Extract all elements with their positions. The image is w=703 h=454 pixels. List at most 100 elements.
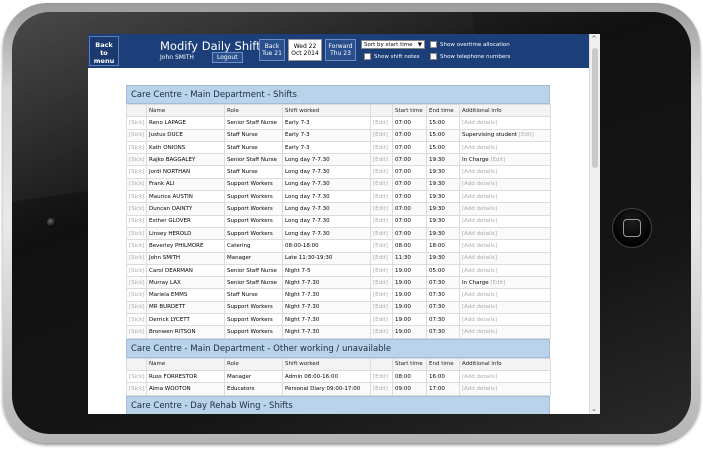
table-row: [Sick] Derrick LYCETT Support Workers Night… [126,313,551,327]
sick-link[interactable]: [Sick] [126,382,147,396]
edit-info-link[interactable]: [Edit] [519,132,534,138]
previous-day-button[interactable]: Back Tue 21 [259,39,285,61]
add-details-link[interactable]: [Add details] [462,304,497,310]
add-details-link[interactable]: [Add details] [462,268,497,274]
add-details-link[interactable]: [Add details] [462,169,497,175]
add-details-link[interactable]: [Add details] [462,386,497,392]
add-details-link[interactable]: [Add details] [462,243,497,249]
shift-worked: Night 7-5 [282,263,371,278]
camera-icon [47,218,56,227]
add-details-link[interactable]: [Add details] [462,218,497,224]
sick-link[interactable]: [Sick] [126,128,147,142]
add-details-link[interactable]: [Add details] [462,145,497,151]
sick-link[interactable]: [Sick] [126,313,147,327]
sick-link[interactable]: [Sick] [126,300,147,315]
edit-shift-link[interactable]: [Edit] [370,214,393,228]
sick-link[interactable]: [Sick] [126,214,147,228]
add-details-link[interactable]: [Add details] [462,329,497,335]
edit-shift-link[interactable]: [Edit] [370,251,393,265]
show-overtime-checkbox[interactable]: Show overtime allocation [430,41,510,48]
edit-shift-link[interactable]: [Edit] [370,313,393,327]
checkbox-label: Show overtime allocation [440,42,510,48]
add-details-link[interactable]: [Add details] [462,231,497,237]
table-row: [Sick] Murray LAX Senior Staff Nurse Night … [126,276,551,290]
section-title: Care Centre - Day Rehab Wing - Shifts [126,395,550,414]
sick-link[interactable]: [Sick] [126,325,147,339]
table-row: [Sick] Justus DUCE Staff Nurse Early 7-3 [Ed… [126,128,551,142]
start-time: 07:00 [392,190,427,204]
staff-role: Support Workers [224,190,283,204]
column-header [126,357,147,371]
edit-shift-link[interactable]: [Edit] [370,140,393,155]
scroll-down-icon[interactable]: ⌄ [591,405,597,413]
sick-link[interactable]: [Sick] [126,202,147,216]
edit-shift-link[interactable]: [Edit] [370,239,393,253]
vertical-scrollbar[interactable]: ^ ⌄ [589,34,600,414]
info-text: In Charge [462,279,489,286]
edit-shift-link[interactable]: [Edit] [370,202,393,216]
sick-link[interactable]: [Sick] [126,190,147,204]
add-details-link[interactable]: [Add details] [462,292,497,298]
start-time: 07:00 [392,226,427,241]
add-details-link[interactable]: [Add details] [462,317,497,323]
edit-shift-link[interactable]: [Edit] [370,369,393,384]
additional-info: [Add details] [459,325,551,339]
next-day-button[interactable]: Forward Thu 23 [325,39,356,61]
column-header: Name [146,103,225,118]
sick-link[interactable]: [Sick] [126,239,147,253]
sick-link[interactable]: [Sick] [126,226,147,241]
edit-shift-link[interactable]: [Edit] [370,116,393,130]
add-details-link[interactable]: [Add details] [462,194,497,200]
edit-shift-link[interactable]: [Edit] [370,263,393,278]
current-date-button[interactable]: Wed 22 Oct 2014 [288,39,322,61]
edit-info-link[interactable]: [Edit] [490,157,505,163]
additional-info: [Add details] [459,288,551,302]
add-details-link[interactable]: [Add details] [462,120,497,126]
checkbox-label: Show shift notes [374,54,420,60]
page-title: Modify Daily Shifts [160,39,267,53]
additional-info: [Add details] [459,140,551,155]
edit-info-link[interactable]: [Edit] [490,280,505,286]
sick-link[interactable]: [Sick] [126,263,147,278]
show-telephone-checkbox[interactable]: Show telephone numbers [430,53,510,60]
edit-shift-link[interactable]: [Edit] [370,153,393,167]
end-time: 15:00 [426,128,460,142]
start-time: 07:00 [392,153,427,167]
edit-shift-link[interactable]: [Edit] [370,165,393,179]
sort-select[interactable]: Sort by start time ▼ [361,40,425,49]
column-header: Start time [392,357,427,371]
sick-link[interactable]: [Sick] [126,276,147,290]
add-details-link[interactable]: [Add details] [462,374,497,380]
sick-link[interactable]: [Sick] [126,116,147,130]
home-button[interactable] [612,208,652,248]
section-title: Care Centre - Main Department - Shifts [126,85,550,104]
sick-link[interactable]: [Sick] [126,140,147,155]
edit-shift-link[interactable]: [Edit] [370,190,393,204]
edit-shift-link[interactable]: [Edit] [370,128,393,142]
scroll-up-icon[interactable]: ^ [591,35,597,43]
sick-link[interactable]: [Sick] [126,153,147,167]
edit-shift-link[interactable]: [Edit] [370,300,393,315]
edit-shift-link[interactable]: [Edit] [370,226,393,241]
add-details-link[interactable]: [Add details] [462,255,497,261]
sick-link[interactable]: [Sick] [126,251,147,265]
edit-shift-link[interactable]: [Edit] [370,288,393,302]
logout-button[interactable]: Logout [212,52,243,63]
staff-role: Support Workers [224,325,283,339]
staff-name: Jordi NORTHAN [146,165,225,179]
scrollbar-thumb[interactable] [592,48,598,168]
edit-shift-link[interactable]: [Edit] [370,325,393,339]
start-time: 19:00 [392,300,427,315]
add-details-link[interactable]: [Add details] [462,206,497,212]
add-details-link[interactable]: [Add details] [462,181,497,187]
show-shift-notes-checkbox[interactable]: Show shift notes [364,53,419,60]
sick-link[interactable]: [Sick] [126,165,147,179]
staff-role: Staff Nurse [224,128,283,142]
sick-link[interactable]: [Sick] [126,369,147,384]
back-to-menu-button[interactable]: Back to menu [89,36,119,66]
edit-shift-link[interactable]: [Edit] [370,382,393,396]
edit-shift-link[interactable]: [Edit] [370,276,393,290]
sick-link[interactable]: [Sick] [126,177,147,192]
edit-shift-link[interactable]: [Edit] [370,177,393,192]
sick-link[interactable]: [Sick] [126,288,147,302]
